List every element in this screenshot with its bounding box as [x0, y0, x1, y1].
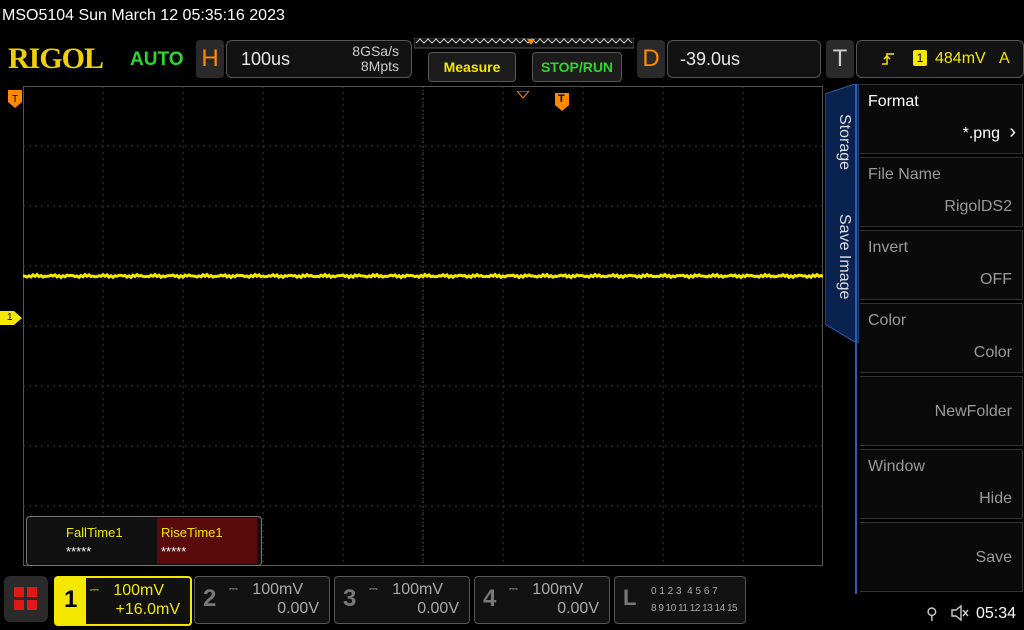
title-bar: MSO5104 Sun March 12 05:35:16 2023 [0, 0, 1024, 34]
channel1-scale: 100mV [113, 582, 164, 599]
measurement-item: FallTime1 ***** [28, 518, 156, 564]
menu-item-window[interactable]: Window Hide [860, 449, 1023, 519]
channel1-box[interactable]: 1 ⎓ 100mV +16.0mV [54, 576, 192, 626]
channel3-number: 3 [343, 585, 357, 612]
trigger-position-marker[interactable]: T [555, 93, 569, 111]
waveform-grid[interactable] [23, 86, 823, 566]
menu-item-value: NewFolder [934, 403, 1012, 420]
main-menu-button[interactable] [4, 576, 48, 622]
menu-item-value: Save [975, 549, 1012, 566]
channel1-trace [23, 272, 823, 280]
menu-item-invert[interactable]: Invert OFF [860, 230, 1023, 300]
menu-item-label: Color [868, 312, 907, 329]
measurement-name: RiseTime1 [161, 525, 223, 540]
menu-item-file-name[interactable]: File Name RigolDS2 [860, 157, 1023, 227]
menu-item-label: File Name [868, 166, 941, 183]
trigger-letter[interactable]: T [826, 40, 854, 78]
measurement-value: ***** [161, 544, 187, 559]
menu-item-save[interactable]: Save [860, 522, 1023, 592]
channel1-number-bg: 1 [56, 578, 86, 624]
status-clock: 05:34 [976, 605, 1017, 622]
grid-menu-icon [14, 587, 37, 610]
acquire-mode-label[interactable]: AUTO [130, 49, 183, 71]
menu-item-color[interactable]: Color Color [860, 303, 1023, 373]
menu-item-value: RigolDS2 [944, 198, 1012, 215]
channel3-box[interactable]: 3 ⎓ 100mV 0.00V [334, 576, 470, 624]
logic-channels-row2: 8 9 10 11 12 13 14 15 [651, 603, 738, 614]
dc-coupling-icon: ⎓ [90, 584, 99, 596]
channel2-offset: 0.00V [277, 600, 319, 617]
channel3-offset: 0.00V [417, 600, 459, 617]
menu-item-format[interactable]: Format *.png › [860, 84, 1023, 154]
trigger-level: 484mV [935, 50, 986, 67]
channel1-offset: +16.0mV [115, 601, 180, 618]
stop-run-button[interactable]: STOP/RUN [532, 52, 622, 82]
horizontal-letter[interactable]: H [196, 40, 224, 78]
menu-item-value: Hide [979, 490, 1012, 507]
delay-value: -39.0us [680, 49, 741, 69]
timebase-value: 100us [241, 49, 291, 69]
channel2-scale: 100mV [252, 581, 303, 598]
trigger-source-badge: 1 [913, 50, 927, 66]
channel4-box[interactable]: 4 ⎓ 100mV 0.00V [474, 576, 610, 624]
channel3-scale: 100mV [392, 581, 443, 598]
memory-depth: 8Mpts [360, 58, 399, 74]
menu-item-value: OFF [980, 271, 1012, 288]
measurement-panel[interactable]: FallTime1 ***** RiseTime1 ***** [26, 516, 262, 566]
menu-item-new-folder[interactable]: NewFolder [860, 376, 1023, 446]
delay-panel[interactable]: -39.0us [667, 40, 821, 78]
measure-button[interactable]: Measure [428, 52, 516, 82]
rising-edge-icon [882, 53, 894, 65]
measurement-value: ***** [66, 544, 92, 559]
measurement-item: RiseTime1 ***** [157, 518, 257, 564]
menu-item-label: Invert [868, 239, 909, 256]
channel4-scale: 100mV [532, 581, 583, 598]
menu-divider [855, 84, 857, 594]
svg-text:T: T [12, 94, 18, 105]
channel4-number: 4 [483, 585, 497, 612]
rigol-logo: RIGOL [8, 42, 104, 75]
channel1-ground-marker[interactable]: 1 [0, 311, 22, 325]
channel4-offset: 0.00V [557, 600, 599, 617]
trigger-mode: A [999, 50, 1010, 67]
dc-coupling-icon: ⎓ [369, 583, 378, 595]
chevron-right-icon: › [1009, 121, 1016, 143]
menu-item-label: Format [868, 93, 919, 110]
dc-coupling-icon: ⎓ [229, 583, 238, 595]
measurement-name: FallTime1 [66, 525, 123, 540]
title-text: MSO5104 Sun March 12 05:35:16 2023 [2, 7, 285, 24]
usb-icon: ⚲ [926, 606, 938, 623]
menu-tab-strip: Storage Save Image [824, 83, 860, 344]
memory-overview [413, 37, 635, 49]
center-timebase-marker [515, 86, 531, 99]
tab-storage[interactable]: Storage [833, 114, 853, 184]
horizontal-panel[interactable]: 100us 8GSa/s 8Mpts [226, 40, 412, 78]
delay-letter[interactable]: D [637, 40, 665, 78]
channel2-box[interactable]: 2 ⎓ 100mV 0.00V [194, 576, 330, 624]
logic-analyzer-box[interactable]: L 0 1 2 3 4 5 6 7 8 9 10 11 12 13 14 15 [614, 576, 746, 624]
channel2-number: 2 [203, 585, 217, 612]
channel1-number: 1 [64, 586, 78, 613]
tab-save-image[interactable]: Save Image [833, 214, 853, 314]
menu-item-value: *.png [962, 125, 1000, 142]
dc-coupling-icon: ⎓ [509, 583, 518, 595]
channel-top-marker: T [8, 90, 22, 108]
trigger-panel[interactable]: 1 484mV A [856, 40, 1024, 78]
sample-rate: 8GSa/s [352, 43, 399, 59]
logic-letter: L [623, 585, 637, 610]
speaker-muted-icon[interactable] [950, 604, 970, 622]
menu-item-label: Window [868, 458, 925, 475]
menu-item-value: Color [973, 344, 1012, 361]
logic-channels-row1: 0 1 2 3 4 5 6 7 [651, 586, 718, 597]
